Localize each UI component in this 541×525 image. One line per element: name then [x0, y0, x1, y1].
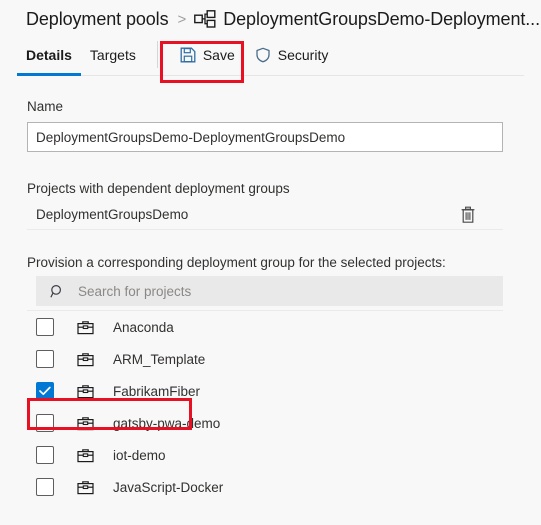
details-form: Name Projects with dependent deployment …: [0, 99, 541, 503]
security-button[interactable]: Security: [245, 34, 339, 76]
tab-targets[interactable]: Targets: [81, 34, 145, 76]
dependent-project-row: DeploymentGroupsDemo: [27, 202, 503, 230]
project-row-gatsby-pwa-demo[interactable]: gatsby-pwa-demo: [27, 407, 503, 439]
page-title: DeploymentGroupsDemo-Deployment...: [223, 8, 540, 29]
project-list: Anaconda ARM_Template FabrikamFiber gats…: [27, 311, 503, 503]
project-name: FabrikamFiber: [113, 383, 201, 399]
save-icon: [180, 47, 196, 63]
project-checkbox-fabrikamfiber[interactable]: [36, 382, 54, 400]
provision-label: Provision a corresponding deployment gro…: [27, 255, 446, 270]
breadcrumb-separator-icon: >: [177, 10, 187, 28]
project-briefcase-icon: [76, 382, 94, 400]
name-field-label: Name: [27, 99, 64, 114]
breadcrumb-parent-link[interactable]: Deployment pools: [26, 9, 169, 30]
shield-icon: [255, 47, 271, 63]
security-button-label: Security: [277, 47, 329, 63]
project-row-javascript-docker[interactable]: JavaScript-Docker: [27, 471, 503, 503]
project-checkbox-gatsby-pwa-demo[interactable]: [36, 414, 54, 432]
project-checkbox-arm-template[interactable]: [36, 350, 54, 368]
project-name: gatsby-pwa-demo: [113, 415, 221, 431]
project-name: Anaconda: [113, 319, 174, 335]
project-checkbox-anaconda[interactable]: [36, 318, 54, 336]
project-row-arm-template[interactable]: ARM_Template: [27, 343, 503, 375]
project-row-anaconda[interactable]: Anaconda: [27, 311, 503, 343]
breadcrumb: Deployment pools > DeploymentGroupsDemo-…: [0, 0, 541, 30]
project-row-iot-demo[interactable]: iot-demo: [27, 439, 503, 471]
project-checkbox-javascript-docker[interactable]: [36, 478, 54, 496]
command-bar: Details Targets Save Security: [0, 34, 541, 76]
deployment-group-icon: [194, 9, 216, 29]
tab-details[interactable]: Details: [17, 34, 81, 76]
project-briefcase-icon: [76, 318, 94, 336]
project-name: iot-demo: [113, 447, 166, 463]
tab-targets-label: Targets: [89, 47, 136, 63]
name-input[interactable]: [27, 122, 503, 152]
project-briefcase-icon: [76, 446, 94, 464]
search-icon: [49, 283, 65, 299]
project-row-fabrikamfiber[interactable]: FabrikamFiber: [27, 375, 503, 407]
tab-details-label: Details: [26, 47, 72, 63]
project-briefcase-icon: [76, 414, 94, 432]
search-projects-box[interactable]: [36, 276, 503, 306]
project-briefcase-icon: [76, 478, 94, 496]
dependent-project-name: DeploymentGroupsDemo: [36, 207, 189, 222]
dependent-projects-label: Projects with dependent deployment group…: [27, 181, 290, 196]
project-checkbox-iot-demo[interactable]: [36, 446, 54, 464]
command-bar-divider: [156, 41, 158, 68]
trash-icon[interactable]: [457, 204, 479, 226]
project-name: JavaScript-Docker: [113, 479, 224, 495]
save-button-label: Save: [202, 47, 235, 63]
search-input[interactable]: [78, 283, 503, 299]
project-name: ARM_Template: [113, 351, 206, 367]
save-button[interactable]: Save: [170, 34, 245, 76]
project-briefcase-icon: [76, 350, 94, 368]
